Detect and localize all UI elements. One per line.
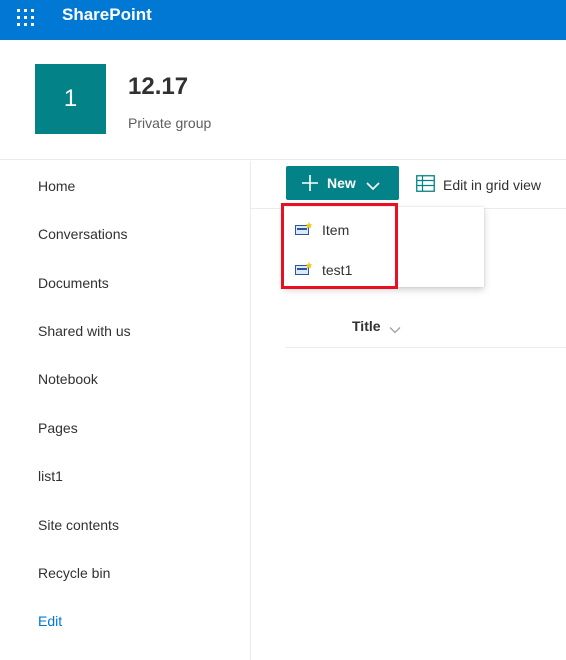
app-name-link[interactable]: SharePoint	[62, 5, 152, 25]
site-logo[interactable]: 1	[35, 64, 106, 134]
command-bar: New Edit in grid view	[251, 161, 566, 209]
left-navigation: Home Conversations Documents Shared with…	[0, 161, 251, 660]
site-privacy-label: Private group	[128, 115, 212, 131]
nav-item-list1[interactable]: list1	[38, 468, 63, 484]
list-column-header: Title	[286, 305, 566, 348]
new-button[interactable]: New	[286, 166, 399, 200]
new-button-label: New	[327, 175, 356, 191]
nav-edit-link[interactable]: Edit	[38, 613, 62, 629]
nav-item-conversations[interactable]: Conversations	[38, 226, 128, 242]
nav-item-shared-with-us[interactable]: Shared with us	[38, 323, 131, 339]
highlight-annotation-box	[281, 203, 398, 289]
nav-item-home[interactable]: Home	[38, 178, 75, 194]
nav-item-pages[interactable]: Pages	[38, 420, 78, 436]
suite-bar: SharePoint	[0, 0, 566, 40]
column-header-title[interactable]: Title	[352, 318, 381, 334]
plus-icon	[301, 174, 319, 197]
nav-item-notebook[interactable]: Notebook	[38, 371, 98, 387]
app-launcher-icon[interactable]	[14, 6, 38, 30]
chevron-down-icon[interactable]	[389, 321, 401, 339]
site-title[interactable]: 12.17	[128, 73, 188, 101]
table-grid-icon	[416, 175, 435, 197]
nav-item-documents[interactable]: Documents	[38, 275, 109, 291]
nav-item-site-contents[interactable]: Site contents	[38, 517, 119, 533]
site-header: 1 12.17 Private group	[0, 40, 566, 160]
nav-item-recycle-bin[interactable]: Recycle bin	[38, 565, 110, 581]
chevron-down-icon	[366, 178, 380, 196]
edit-in-grid-view-label: Edit in grid view	[443, 177, 542, 193]
